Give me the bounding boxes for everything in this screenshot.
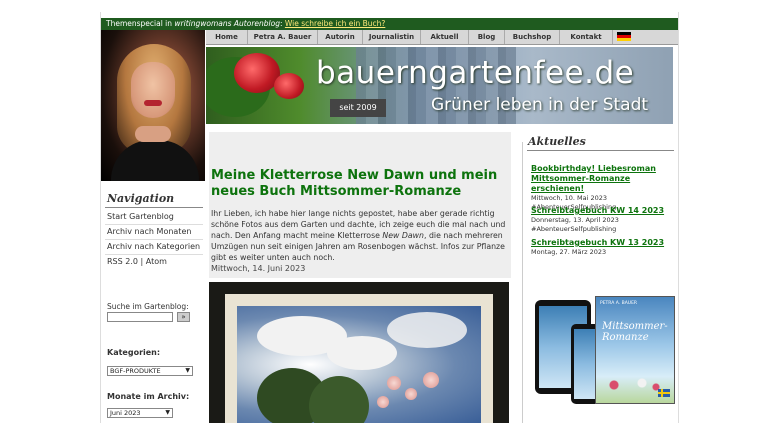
nav-blog[interactable]: Blog: [469, 30, 505, 44]
categories-label: Kategorien:: [107, 348, 161, 357]
news-item-tag: #AbenteuerSelfpublishing: [531, 225, 617, 233]
language-flag-button[interactable]: [613, 30, 635, 44]
news-item: Schreibtagebuch KW 13 2023 Montag, 27. M…: [531, 238, 673, 257]
news-item-date: Mittwoch, 10. Mai 2023: [531, 194, 608, 202]
since-badge: seit 2009: [330, 99, 386, 117]
nav-buchshop[interactable]: Buchshop: [505, 30, 560, 44]
search-label: Suche im Gartenblog:: [107, 302, 189, 311]
news-item-title[interactable]: Bookbirthday! Liebesroman Mittsommer-Rom…: [531, 164, 673, 194]
nav-home[interactable]: Home: [206, 30, 248, 44]
chevron-down-icon: ▼: [165, 409, 170, 416]
sidebar-item-rss[interactable]: RSS 2.0 | Atom: [105, 255, 203, 269]
nav-petra-bauer[interactable]: Petra A. Bauer: [248, 30, 318, 44]
news-item-title[interactable]: Schreibtagebuch KW 13 2023: [531, 238, 673, 248]
aktuelles-heading: Aktuelles: [528, 135, 586, 148]
archive-label: Monate im Archiv:: [107, 392, 190, 401]
banner-blog-name: writingwomans Autorenblog: [174, 19, 280, 28]
site-title: bauerngartenfee.de: [316, 55, 635, 91]
nav-kontakt[interactable]: Kontakt: [560, 30, 613, 44]
sidebar-item-archiv-monate[interactable]: Archiv nach Monaten: [105, 225, 203, 240]
book-author: PETRA A. BAUER: [600, 301, 638, 306]
archive-select[interactable]: Juni 2023 ▼: [107, 408, 173, 418]
sidebar-nav: Start Gartenblog Archiv nach Monaten Arc…: [105, 210, 203, 269]
author-portrait: [101, 30, 205, 181]
post-intro-rose: New Dawn: [382, 231, 424, 240]
news-item-date: Montag, 27. März 2023: [531, 248, 607, 256]
swedish-flag-icon: [658, 389, 670, 397]
post-photo[interactable]: [209, 282, 509, 423]
sidebar-item-archiv-kategorien[interactable]: Archiv nach Kategorien: [105, 240, 203, 255]
book-promo[interactable]: PETRA A. BAUER Mittsommer- Romanze: [531, 294, 675, 412]
page: Themenspecial in writingwomans Autorenbl…: [100, 12, 679, 423]
nav-journalistin[interactable]: Journalistin: [363, 30, 421, 44]
book-title: Mittsommer- Romanze: [602, 321, 668, 343]
column-divider: [522, 142, 523, 423]
categories-selected: BGF-PRODUKTE: [110, 367, 161, 375]
banner-prefix: Themenspecial in: [106, 19, 175, 28]
search-button[interactable]: »: [177, 312, 190, 322]
main-navigation: Home Petra A. Bauer Autorin Journalistin…: [206, 30, 678, 45]
divider: [527, 150, 674, 151]
divider: [105, 207, 203, 208]
header-banner[interactable]: bauerngartenfee.de seit 2009 Grüner lebe…: [206, 47, 673, 124]
news-item: Schreibtagebuch KW 14 2023 Donnerstag, 1…: [531, 206, 673, 234]
book-cover: PETRA A. BAUER Mittsommer- Romanze: [595, 296, 675, 404]
post-title[interactable]: Meine Kletterrose New Dawn und mein neue…: [211, 168, 507, 200]
sidebar-item-start[interactable]: Start Gartenblog: [105, 210, 203, 225]
chevron-down-icon: ▼: [185, 367, 190, 374]
navigation-heading: Navigation: [107, 192, 175, 205]
banner-colon: :: [279, 19, 283, 28]
site-subtitle: Grüner leben in der Stadt: [431, 95, 649, 115]
news-item-date: Donnerstag, 13. April 2023: [531, 216, 619, 224]
german-flag-icon: [617, 32, 631, 41]
nav-autorin[interactable]: Autorin: [318, 30, 363, 44]
archive-selected: Juni 2023: [110, 409, 141, 417]
post-intro: Ihr Lieben, ich habe hier lange nichts g…: [211, 208, 507, 263]
banner-link[interactable]: Wie schreibe ich ein Buch?: [285, 19, 385, 28]
post-date: Mittwoch, 14. Juni 2023: [211, 264, 306, 273]
news-item: Bookbirthday! Liebesroman Mittsommer-Rom…: [531, 164, 673, 212]
nav-aktuell[interactable]: Aktuell: [421, 30, 469, 44]
news-item-title[interactable]: Schreibtagebuch KW 14 2023: [531, 206, 673, 216]
categories-select[interactable]: BGF-PRODUKTE ▼: [107, 366, 193, 376]
themenspecial-banner: Themenspecial in writingwomans Autorenbl…: [101, 18, 678, 30]
search-input[interactable]: [107, 312, 173, 322]
